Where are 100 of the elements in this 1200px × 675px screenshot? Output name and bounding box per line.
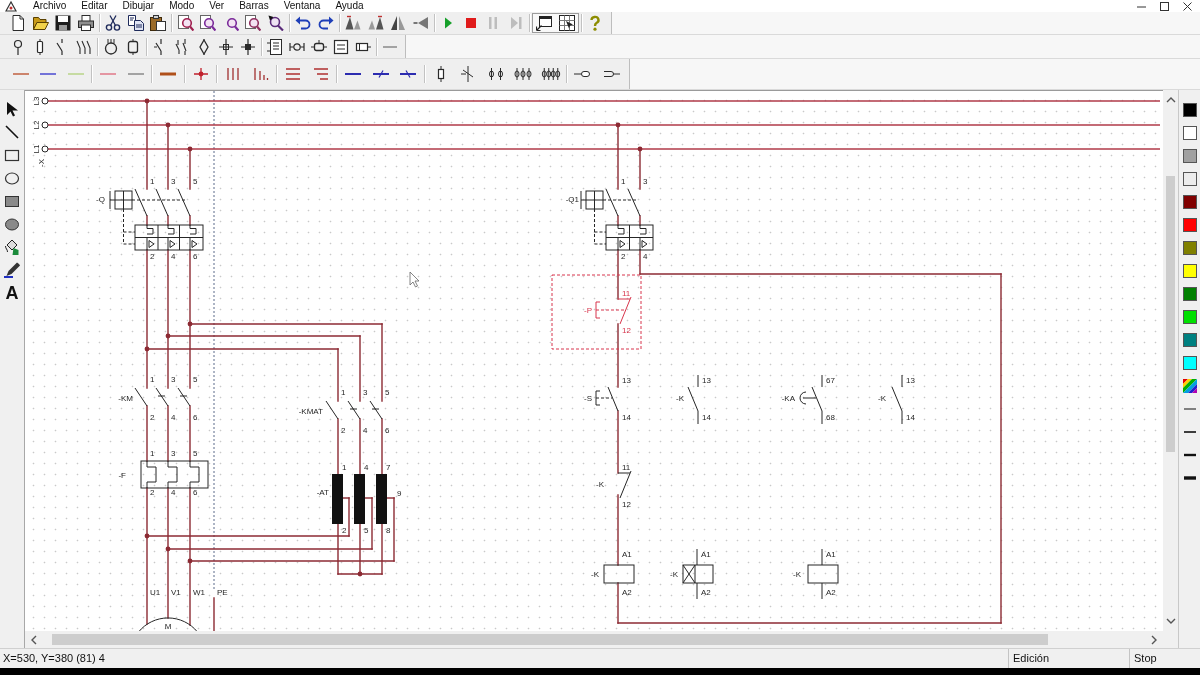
pins-icon[interactable] bbox=[513, 66, 534, 82]
wire bbox=[617, 410, 619, 474]
terminal-cross-icon[interactable] bbox=[240, 38, 256, 55]
wire bbox=[337, 418, 339, 475]
terminal-label: 6 bbox=[193, 252, 198, 261]
pins-icon[interactable] bbox=[540, 66, 561, 82]
scrollbar-thumb[interactable] bbox=[52, 634, 1048, 645]
terminal-cross-icon[interactable] bbox=[218, 38, 234, 55]
motor-icon[interactable] bbox=[103, 38, 119, 55]
terminal-label: 14 bbox=[702, 413, 711, 422]
open-folder-icon[interactable] bbox=[32, 15, 49, 31]
color-swatch-icon[interactable] bbox=[1182, 103, 1197, 117]
wire bbox=[167, 405, 169, 462]
color-swatch-icon[interactable] bbox=[1182, 333, 1197, 347]
mechanical-link-line bbox=[157, 395, 188, 397]
line-tool-icon[interactable] bbox=[4, 124, 20, 140]
paint-bucket-icon[interactable] bbox=[4, 239, 20, 255]
undo-arrow-icon[interactable] bbox=[295, 15, 312, 31]
magnifier-document-icon[interactable] bbox=[200, 15, 217, 31]
terminal-label: 1 bbox=[341, 388, 346, 397]
text-tool[interactable]: A bbox=[5, 285, 19, 301]
redo-arrow-icon[interactable] bbox=[317, 15, 334, 31]
printer-icon[interactable] bbox=[77, 15, 94, 31]
coil-icon[interactable] bbox=[125, 38, 141, 55]
junction-dot-icon bbox=[615, 122, 621, 128]
mechanical-link-line bbox=[602, 199, 638, 201]
menu-item[interactable]: Editar bbox=[75, 0, 114, 12]
terminal-label: 6 bbox=[193, 413, 198, 422]
color-swatch-icon[interactable] bbox=[1182, 126, 1197, 140]
menu-item[interactable]: Barras bbox=[233, 0, 275, 12]
menu-item[interactable]: Archivo bbox=[27, 0, 73, 12]
terminal-label: 3 bbox=[171, 177, 176, 186]
terminal-label: 2 bbox=[621, 252, 626, 261]
terminal-label: 2 bbox=[150, 488, 155, 497]
color-swatch-icon[interactable] bbox=[1182, 195, 1197, 209]
terminal-circle-icon bbox=[41, 97, 49, 105]
simulation-status: Stop bbox=[1134, 652, 1157, 664]
triangles-icon[interactable] bbox=[345, 15, 362, 31]
contact-symbol bbox=[347, 400, 361, 420]
color-swatch-icon[interactable] bbox=[1182, 287, 1197, 301]
filled-ellipse-icon[interactable] bbox=[4, 216, 20, 232]
pointer-arrow-icon[interactable] bbox=[4, 101, 20, 117]
maximize-icon[interactable] bbox=[1160, 1, 1169, 11]
menu-item[interactable]: Ayuda bbox=[329, 0, 370, 12]
mouse-cursor-icon bbox=[409, 271, 420, 288]
chevron-up-icon[interactable] bbox=[1165, 97, 1176, 103]
mode-status: Edición bbox=[1013, 652, 1050, 664]
color-swatch-icon[interactable] bbox=[1182, 218, 1197, 232]
menu-item[interactable]: Modo bbox=[163, 0, 201, 12]
rectangle-tool-icon[interactable] bbox=[4, 147, 20, 163]
chevron-right-icon[interactable] bbox=[1151, 634, 1157, 645]
window-pointer-icon[interactable] bbox=[536, 15, 553, 31]
eyedropper-icon[interactable] bbox=[4, 262, 20, 278]
chevron-down-icon[interactable] bbox=[1165, 618, 1176, 624]
menu-item[interactable]: Ventana bbox=[277, 0, 327, 12]
color-swatch-icon[interactable] bbox=[1182, 310, 1197, 324]
ellipse-tool-icon[interactable] bbox=[4, 170, 20, 186]
color-swatch-icon[interactable] bbox=[1182, 172, 1197, 186]
clipboard-icon[interactable] bbox=[150, 15, 167, 31]
mechanical-link-line bbox=[600, 397, 613, 399]
block-icon[interactable] bbox=[267, 38, 283, 55]
color-swatch-icon[interactable] bbox=[1182, 149, 1197, 163]
chevron-left-icon[interactable] bbox=[31, 634, 37, 645]
box-icon[interactable] bbox=[333, 38, 349, 55]
color-swatch-icon[interactable] bbox=[1182, 264, 1197, 278]
terminal-label: 5 bbox=[193, 375, 198, 384]
terminal-label: 4 bbox=[643, 252, 648, 261]
menu-item[interactable]: Ver bbox=[203, 0, 231, 12]
mirror-triangles-icon[interactable] bbox=[390, 15, 407, 31]
pushbutton-symbol bbox=[595, 301, 601, 319]
component-tag: -P bbox=[584, 306, 592, 315]
color-swatch-icon[interactable] bbox=[1182, 241, 1197, 255]
magnifier-document-icon[interactable] bbox=[245, 15, 262, 31]
component-tag: -S bbox=[584, 394, 592, 403]
scissors-icon[interactable] bbox=[105, 15, 122, 31]
striped-swatch-icon[interactable] bbox=[1182, 379, 1197, 393]
magnifier-document-icon[interactable] bbox=[177, 15, 194, 31]
new-document-icon[interactable] bbox=[10, 15, 27, 31]
menu-item[interactable]: Dibujar bbox=[116, 0, 161, 12]
terminal-label: 5 bbox=[193, 449, 198, 458]
copy-icon[interactable] bbox=[127, 15, 144, 31]
wire bbox=[617, 215, 619, 226]
triple-contact-icon[interactable] bbox=[76, 38, 92, 55]
scrollbar-thumb[interactable] bbox=[1166, 176, 1175, 452]
terminal-label: 12 bbox=[622, 500, 631, 509]
terminal-label: 6 bbox=[193, 488, 198, 497]
component-tag: -KA bbox=[781, 394, 795, 403]
junction-dot-icon bbox=[144, 346, 150, 352]
timer-symbol bbox=[799, 391, 817, 405]
drawing-canvas[interactable] bbox=[25, 90, 1163, 631]
triangles-icon[interactable] bbox=[367, 15, 384, 31]
close-icon[interactable] bbox=[1183, 1, 1192, 11]
terminal-label: 1 bbox=[150, 375, 155, 384]
terminal-label: 7 bbox=[386, 463, 391, 472]
window-grid-icon[interactable] bbox=[558, 15, 575, 31]
trip-unit-symbol bbox=[605, 224, 654, 251]
filled-rectangle-icon[interactable] bbox=[4, 193, 20, 209]
junction-dot-icon bbox=[357, 571, 363, 577]
color-swatch-icon[interactable] bbox=[1182, 356, 1197, 370]
triangle-icon[interactable] bbox=[412, 15, 429, 31]
